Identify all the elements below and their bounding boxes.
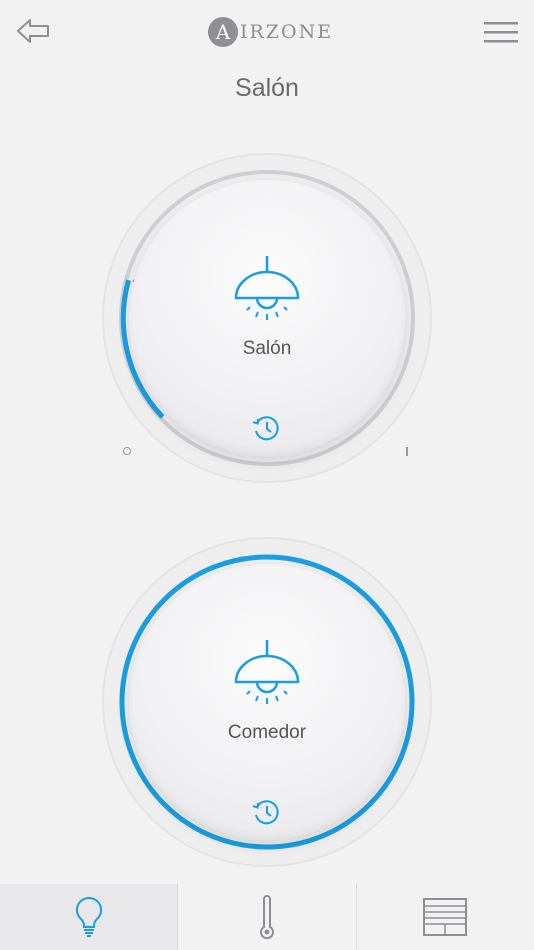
schedule-history-icon[interactable] bbox=[250, 412, 282, 444]
logo-text: IRZONE bbox=[240, 21, 334, 43]
dimmer-max-marker bbox=[406, 447, 408, 456]
hamburger-menu-icon bbox=[484, 22, 518, 43]
thermometer-icon bbox=[260, 895, 274, 939]
zone-dial-comedor[interactable]: Comedor bbox=[99, 534, 435, 870]
airzone-logo: A IRZONE bbox=[208, 16, 333, 48]
schedule-history-icon[interactable] bbox=[250, 796, 282, 828]
tab-climate[interactable] bbox=[177, 884, 355, 950]
ceiling-lamp-icon bbox=[234, 640, 300, 704]
back-button[interactable] bbox=[14, 14, 54, 48]
zone-toggle-comedor[interactable]: Comedor bbox=[129, 564, 405, 840]
zone-dial-salon[interactable]: Salón bbox=[99, 150, 435, 486]
zone-name-comedor: Comedor bbox=[227, 722, 307, 743]
app-header: A IRZONE bbox=[0, 0, 534, 64]
dimmer-min-marker bbox=[123, 447, 131, 455]
tab-blinds[interactable] bbox=[355, 884, 534, 950]
logo-initial: A bbox=[208, 17, 238, 47]
lightbulb-icon bbox=[75, 896, 102, 937]
bottom-tab-bar bbox=[0, 884, 534, 950]
zone-toggle-salon[interactable]: Salón bbox=[129, 180, 405, 456]
page-title: Salón bbox=[235, 74, 299, 102]
ceiling-lamp-icon bbox=[234, 256, 300, 320]
zone-name-salon: Salón bbox=[242, 338, 292, 359]
back-arrow-icon bbox=[17, 19, 49, 43]
menu-button[interactable] bbox=[482, 18, 520, 48]
tab-lighting[interactable] bbox=[0, 884, 178, 950]
window-blinds-icon bbox=[423, 898, 468, 936]
